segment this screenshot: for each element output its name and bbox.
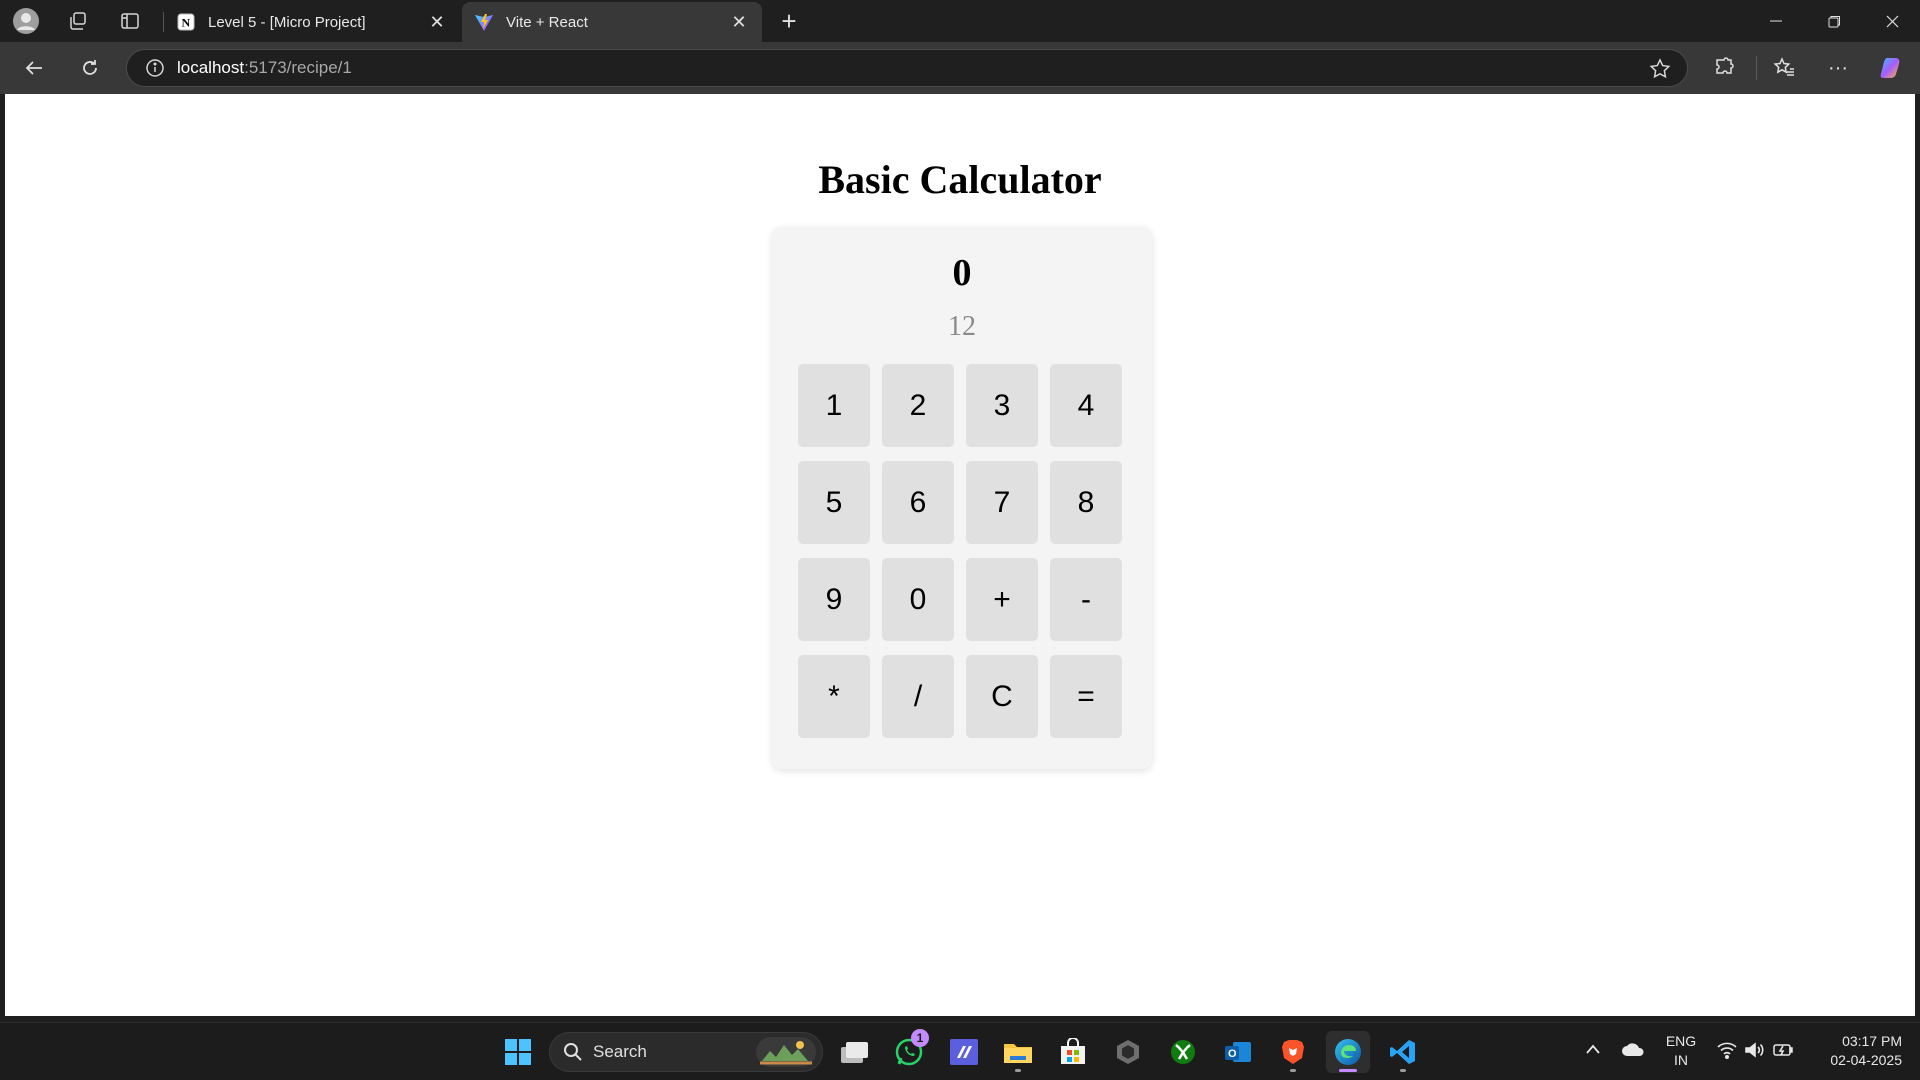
key-4[interactable]: 4	[1050, 364, 1122, 447]
tab-title: Level 5 - [Micro Project]	[208, 13, 366, 31]
vertical-tabs-icon[interactable]	[116, 8, 144, 34]
key-5[interactable]: 5	[798, 461, 870, 544]
clock[interactable]: 03:17 PM 02-04-2025	[1808, 1032, 1902, 1070]
minimize-icon[interactable]	[1748, 0, 1804, 42]
whatsapp-icon[interactable]: 1	[887, 1029, 931, 1073]
start-windows-icon[interactable]	[496, 1031, 540, 1073]
key-minus[interactable]: -	[1050, 558, 1122, 641]
favorites-icon[interactable]	[1766, 50, 1802, 86]
key-8[interactable]: 8	[1050, 461, 1122, 544]
calculator-expression: 12	[948, 311, 976, 342]
more-options-icon[interactable]: ···	[1820, 50, 1856, 86]
refresh-icon[interactable]	[72, 50, 108, 86]
hex-app-icon[interactable]	[1106, 1031, 1150, 1073]
browser-toolbar: localhost:5173/recipe/1 ···	[0, 42, 1920, 94]
key-multiply[interactable]: *	[798, 655, 870, 738]
tab-divider	[163, 12, 164, 32]
workspaces-icon[interactable]	[64, 8, 92, 34]
brave-browser-icon[interactable]	[1271, 1031, 1315, 1073]
svg-text:N: N	[182, 16, 191, 30]
toolbar-separator	[1756, 56, 1757, 80]
visual-studio-app-icon[interactable]	[942, 1031, 986, 1073]
windows-taskbar: Search 1 O ENG IN 03:17 PM 02-04-2025	[0, 1022, 1920, 1080]
page-title: Basic Calculator	[818, 157, 1102, 202]
site-info-icon[interactable]	[133, 50, 177, 86]
taskbar-search[interactable]: Search	[549, 1032, 823, 1072]
new-tab-icon[interactable]: +	[775, 6, 803, 36]
calculator-result: 0	[952, 252, 972, 294]
battery-icon[interactable]	[1772, 1041, 1796, 1062]
outlook-icon[interactable]: O	[1216, 1031, 1260, 1073]
back-arrow-icon[interactable]	[16, 50, 52, 86]
edge-browser-icon[interactable]	[1326, 1031, 1370, 1073]
language-indicator[interactable]: ENG IN	[1660, 1032, 1702, 1070]
search-label: Search	[593, 1042, 647, 1061]
calculator-keypad: 1 2 3 4 5 6 7 8 9 0 + - * / C =	[798, 364, 1122, 738]
key-7[interactable]: 7	[966, 461, 1038, 544]
url-text: localhost:5173/recipe/1	[177, 58, 352, 77]
key-3[interactable]: 3	[966, 364, 1038, 447]
key-equals[interactable]: =	[1050, 655, 1122, 738]
browser-titlebar: N Level 5 - [Micro Project] ✕ Vite + Rea…	[0, 0, 1920, 42]
wifi-icon[interactable]	[1716, 1041, 1738, 1062]
key-plus[interactable]: +	[966, 558, 1038, 641]
volume-icon[interactable]	[1744, 1041, 1766, 1062]
key-0[interactable]: 0	[882, 558, 954, 641]
notion-icon: N	[176, 12, 196, 32]
web-page: Basic Calculator 0 12 1 2 3 4 5 6 7 8 9 …	[5, 94, 1915, 1016]
key-2[interactable]: 2	[882, 364, 954, 447]
vscode-icon[interactable]	[1381, 1031, 1425, 1073]
file-explorer-icon[interactable]	[996, 1031, 1040, 1073]
tab-level5[interactable]: N Level 5 - [Micro Project] ✕	[164, 2, 460, 42]
favorite-star-icon[interactable]	[1649, 58, 1671, 85]
running-indicator	[1290, 1069, 1296, 1072]
tab-close-icon[interactable]: ✕	[728, 11, 750, 33]
onedrive-cloud-icon[interactable]	[1620, 1041, 1646, 1060]
running-indicator	[1015, 1069, 1021, 1072]
task-view-icon[interactable]	[832, 1031, 876, 1073]
key-clear[interactable]: C	[966, 655, 1038, 738]
running-indicator	[1339, 1069, 1357, 1072]
region-code: IN	[1674, 1052, 1688, 1068]
tab-close-icon[interactable]: ✕	[426, 11, 448, 33]
running-indicator	[1400, 1069, 1406, 1072]
clock-date: 02-04-2025	[1830, 1052, 1902, 1068]
tab-title: Vite + React	[506, 13, 588, 31]
copilot-icon[interactable]	[1874, 50, 1910, 86]
search-icon	[563, 1042, 583, 1062]
show-hidden-icons-chevron-icon[interactable]	[1584, 1041, 1602, 1057]
clock-time: 03:17 PM	[1842, 1033, 1902, 1049]
key-9[interactable]: 9	[798, 558, 870, 641]
notification-badge: 1	[911, 1029, 929, 1047]
profile-avatar-icon[interactable]	[12, 8, 40, 34]
search-highlight-icon	[756, 1037, 816, 1072]
key-1[interactable]: 1	[798, 364, 870, 447]
vite-icon	[474, 12, 494, 32]
tab-vite-react[interactable]: Vite + React ✕	[462, 2, 762, 42]
close-window-icon[interactable]	[1864, 0, 1920, 42]
microsoft-store-icon[interactable]	[1051, 1031, 1095, 1073]
key-divide[interactable]: /	[882, 655, 954, 738]
calculator-panel: 0 12 1 2 3 4 5 6 7 8 9 0 + - * / C =	[772, 227, 1152, 769]
key-6[interactable]: 6	[882, 461, 954, 544]
restore-icon[interactable]	[1806, 0, 1862, 42]
xbox-icon[interactable]	[1161, 1031, 1205, 1073]
address-bar[interactable]: localhost:5173/recipe/1	[126, 49, 1688, 87]
extensions-icon[interactable]	[1706, 50, 1742, 86]
language-code: ENG	[1665, 1033, 1697, 1049]
svg-text:O: O	[1228, 1048, 1237, 1060]
